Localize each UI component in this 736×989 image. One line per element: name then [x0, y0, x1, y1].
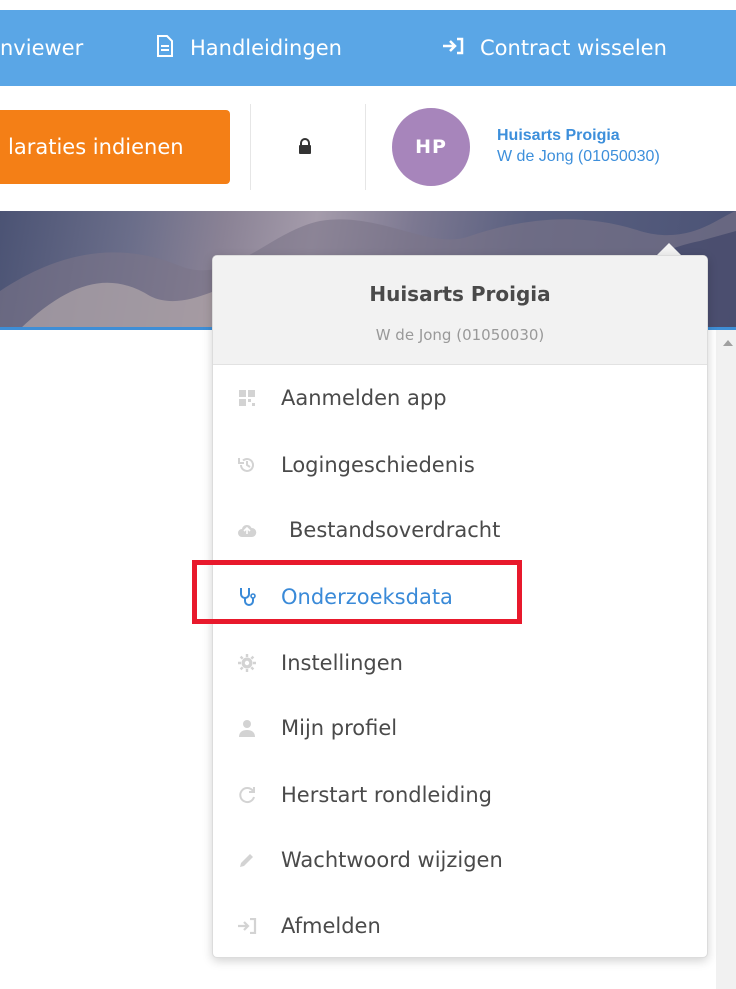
pencil-icon: [235, 848, 259, 872]
divider: [250, 104, 251, 190]
menu-item-herstart-rondleiding[interactable]: Herstart rondleiding: [213, 765, 707, 825]
menu-item-logingeschiedenis[interactable]: Logingeschiedenis: [213, 435, 707, 495]
menu-item-label: Bestandsoverdracht: [289, 518, 501, 542]
menu-item-label: Afmelden: [281, 914, 381, 938]
nav-item-viewer[interactable]: nviewer: [0, 10, 83, 86]
header-toolbar: laraties indienen HP Huisarts Proigia W …: [0, 86, 736, 211]
menu-item-label: Logingeschiedenis: [281, 453, 475, 477]
menu-item-label: Aanmelden app: [281, 386, 447, 410]
document-icon: [156, 34, 174, 62]
nav-item-label: Handleidingen: [190, 36, 342, 60]
avatar[interactable]: HP: [392, 108, 470, 186]
user-icon: [235, 716, 259, 740]
nav-item-handleidingen[interactable]: Handleidingen: [156, 10, 342, 86]
submit-declarations-label: laraties indienen: [8, 135, 184, 159]
cloud-upload-icon: [235, 518, 259, 542]
menu-item-wachtwoord-wijzigen[interactable]: Wachtwoord wijzigen: [213, 830, 707, 890]
menu-item-afmelden[interactable]: Afmelden: [213, 896, 707, 956]
menu-item-bestandsoverdracht[interactable]: Bestandsoverdracht: [213, 500, 707, 560]
sign-out-icon: [235, 914, 259, 938]
menu-item-label: Wachtwoord wijzigen: [281, 848, 503, 872]
dropdown-user-id: W de Jong (01050030): [375, 326, 545, 344]
nav-item-label: Contract wisselen: [480, 36, 667, 60]
nav-item-label: nviewer: [0, 36, 84, 60]
menu-item-instellingen[interactable]: Instellingen: [213, 633, 707, 693]
restart-icon: [235, 783, 259, 807]
dropdown-header: Huisarts Proigia W de Jong (01050030): [213, 256, 707, 365]
qr-code-icon: [235, 386, 259, 410]
vertical-scrollbar[interactable]: [716, 330, 736, 989]
top-nav-bar: nviewer Handleidingen Contract wisselen: [0, 10, 736, 86]
nav-item-contract-wisselen[interactable]: Contract wisselen: [442, 10, 667, 86]
history-icon: [235, 453, 259, 477]
menu-item-label: Mijn profiel: [281, 716, 398, 740]
switch-arrow-icon: [442, 36, 464, 60]
scroll-up-arrow-icon[interactable]: [723, 340, 733, 346]
menu-item-label: Herstart rondleiding: [281, 783, 492, 807]
user-name[interactable]: Huisarts Proigia: [497, 127, 620, 145]
divider: [365, 104, 366, 190]
dropdown-user-name: Huisarts Proigia: [369, 282, 551, 306]
user-id[interactable]: W de Jong (01050030): [497, 148, 660, 166]
gear-icon: [235, 651, 259, 675]
avatar-initials: HP: [415, 136, 447, 158]
lock-icon[interactable]: [294, 132, 318, 162]
highlight-annotation-box: [192, 560, 522, 624]
menu-item-mijn-profiel[interactable]: Mijn profiel: [213, 698, 707, 758]
submit-declarations-button[interactable]: laraties indienen: [0, 110, 230, 184]
menu-item-label: Instellingen: [281, 651, 403, 675]
menu-item-aanmelden-app[interactable]: Aanmelden app: [213, 368, 707, 428]
